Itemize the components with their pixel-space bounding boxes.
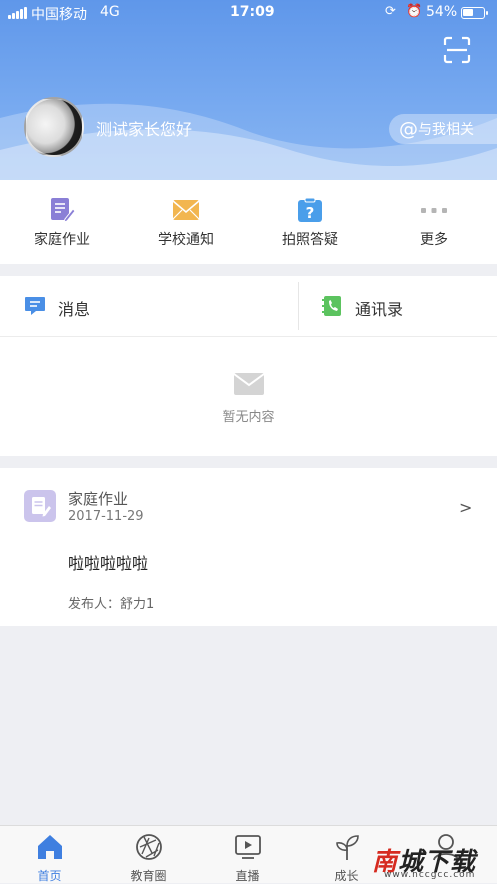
homework-card-date: 2017-11-29: [68, 509, 144, 524]
scan-icon[interactable]: [443, 36, 471, 64]
tab-contacts[interactable]: 通讯录: [299, 276, 497, 336]
message-icon: [25, 297, 45, 315]
related-to-me-label: 与我相关: [418, 122, 474, 138]
greeting-text: 测试家长您好: [96, 120, 193, 139]
question-clipboard-icon: ?: [298, 197, 322, 222]
tab-education-circle[interactable]: 教育圈: [99, 826, 198, 884]
tab-label: 教育圈: [130, 869, 167, 883]
quick-action-label: 家庭作业: [34, 232, 90, 248]
header-wave-decoration: [0, 103, 497, 180]
homework-card-icon: [24, 490, 56, 522]
more-dots-icon: [421, 208, 447, 213]
homework-icon: [51, 198, 76, 223]
at-icon: @: [399, 118, 418, 140]
homework-card-publisher: 发布人：舒力1: [68, 597, 155, 612]
tab-label: 首页: [37, 869, 62, 883]
tab-label: 直播: [235, 869, 260, 883]
watermark-url: www.nccgcc.com: [384, 870, 476, 880]
signal-icon: [8, 7, 28, 19]
home-icon: [37, 835, 62, 859]
quick-action-photo-qa[interactable]: ? 拍照答疑: [248, 180, 372, 264]
divider: [0, 336, 497, 337]
homework-card[interactable]: 家庭作业 2017-11-29 > 啦啦啦啦啦 发布人：舒力1: [0, 468, 497, 626]
aperture-icon: [135, 834, 162, 860]
svg-text:?: ?: [306, 204, 315, 222]
quick-actions: 家庭作业 学校通知 ? 拍照答疑 更多: [0, 180, 497, 264]
play-screen-icon: [234, 835, 261, 859]
header: 中国移动 4G 17:09 ⟳ ⏰ 54% 测试家长您好 @与我相关: [0, 0, 497, 180]
watermark-logo: 南城下载 www.nccgcc.com: [372, 842, 490, 882]
clock: 17:09: [230, 4, 275, 20]
tab-contacts-label: 通讯录: [355, 300, 404, 319]
battery-percent: 54%: [426, 4, 458, 20]
quick-action-homework[interactable]: 家庭作业: [0, 180, 124, 264]
carrier-name: 中国移动: [31, 7, 87, 23]
battery-icon: [461, 7, 488, 19]
avatar[interactable]: [24, 97, 84, 157]
sprout-icon: [335, 835, 359, 860]
quick-action-label: 更多: [420, 232, 448, 248]
related-to-me-button[interactable]: @与我相关: [389, 114, 497, 144]
homework-card-content: 啦啦啦啦啦: [68, 554, 149, 573]
chevron-right-icon[interactable]: >: [459, 498, 472, 517]
contacts-phone-icon: [322, 296, 341, 316]
quick-action-label: 拍照答疑: [282, 232, 338, 248]
tab-live[interactable]: 直播: [198, 826, 297, 884]
quick-action-label: 学校通知: [158, 232, 214, 248]
quick-action-more[interactable]: 更多: [372, 180, 496, 264]
tab-messages[interactable]: 消息: [0, 276, 298, 336]
alarm-icon: ⏰: [406, 4, 423, 19]
homework-card-title: 家庭作业: [68, 490, 129, 508]
network-type: 4G: [100, 4, 120, 20]
status-bar: 中国移动 4G 17:09 ⟳ ⏰ 54%: [0, 0, 497, 26]
tab-home[interactable]: 首页: [0, 826, 99, 884]
quick-action-school-notice[interactable]: 学校通知: [124, 180, 248, 264]
tab-messages-label: 消息: [58, 300, 91, 319]
empty-mail-icon: [233, 373, 265, 395]
messages-card: 消息 通讯录 暂无内容: [0, 276, 497, 456]
envelope-icon: [172, 200, 200, 220]
empty-state-text: 暂无内容: [222, 410, 275, 425]
rotation-lock-icon: ⟳: [385, 4, 396, 19]
